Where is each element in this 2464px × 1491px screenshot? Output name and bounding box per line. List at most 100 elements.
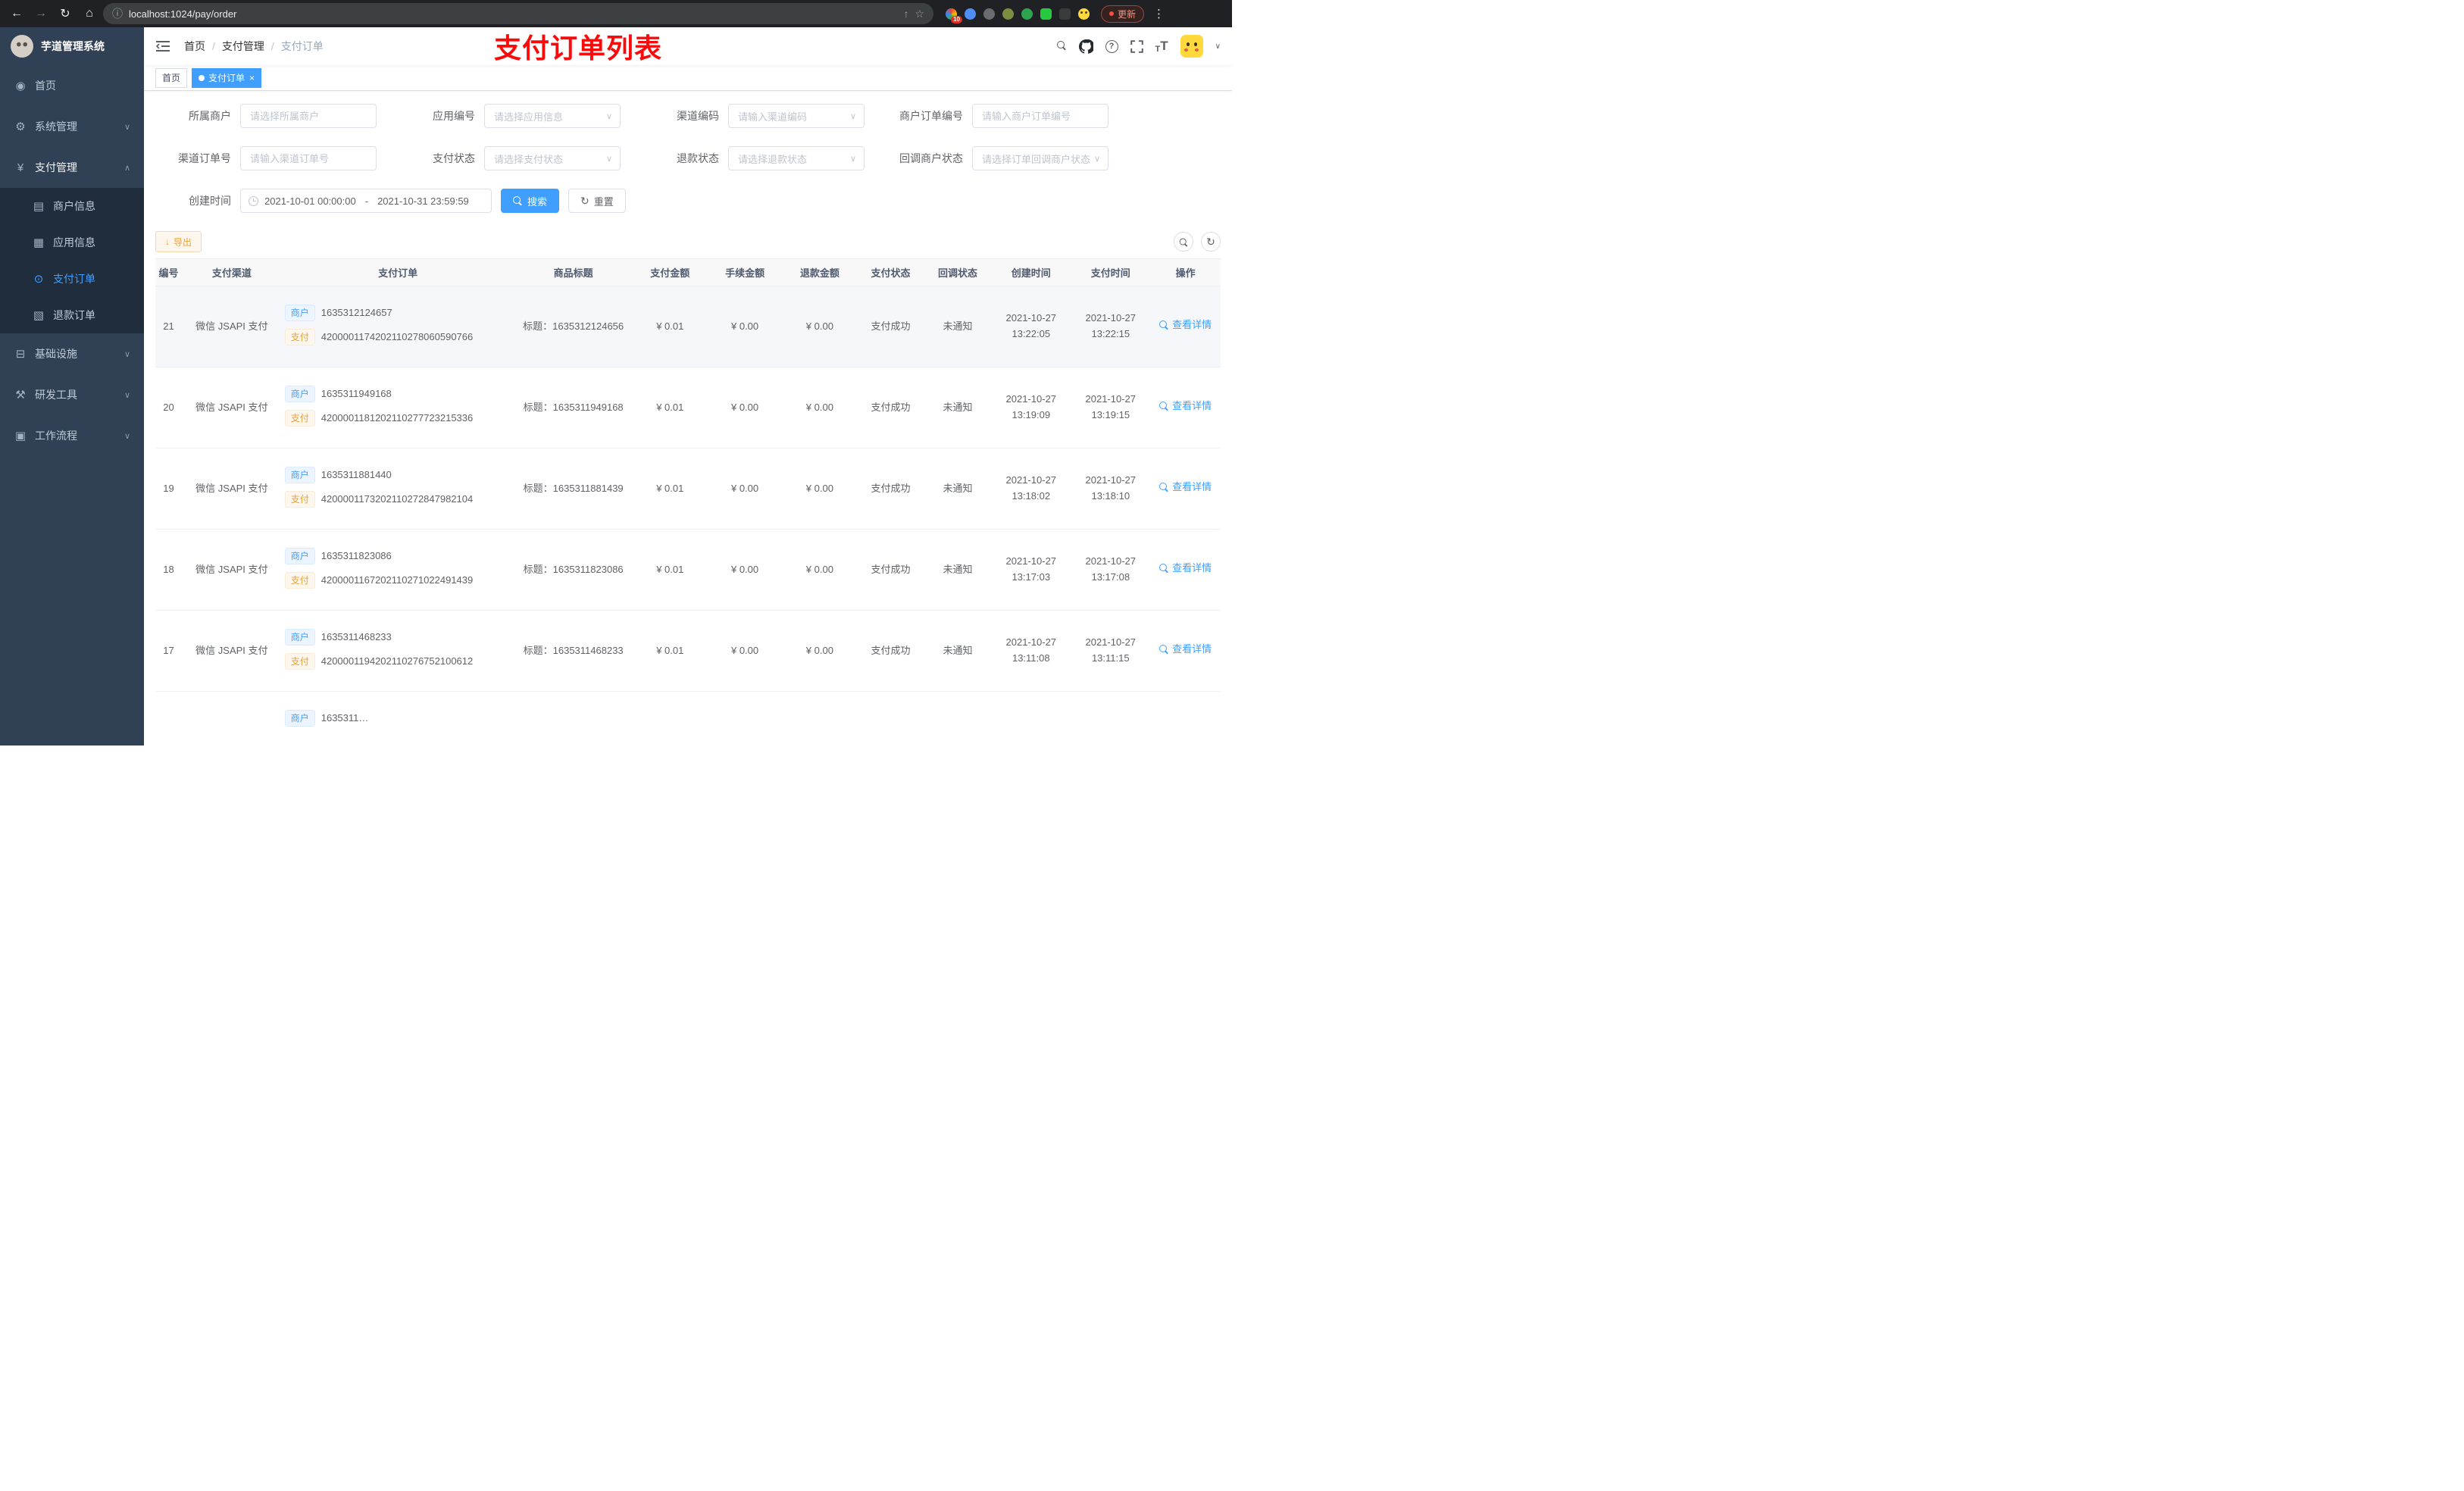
sidebar-item-label: 商户信息: [53, 200, 95, 212]
view-detail-link[interactable]: 查看详情: [1159, 642, 1212, 658]
filter-input[interactable]: [972, 104, 1108, 128]
filter-input[interactable]: [240, 104, 377, 128]
extension-green-circle-icon[interactable]: [1020, 7, 1033, 20]
cell-notify: 未通知: [924, 367, 992, 449]
extension-colorful-icon[interactable]: 10: [944, 7, 962, 23]
cell-fee: ¥ 0.00: [707, 286, 783, 367]
sidebar-item-workflow[interactable]: ▣ 工作流程 ∨: [0, 415, 144, 456]
breadcrumb-item[interactable]: 首页: [184, 39, 205, 54]
filter-field: 渠道订单号: [155, 146, 399, 170]
sidebar-item-label: 首页: [35, 80, 56, 92]
cell-create-time: [991, 691, 1071, 746]
sidebar-item-home[interactable]: ◉ 首页: [0, 65, 144, 106]
app-logo[interactable]: 芋道管理系统: [0, 27, 144, 65]
sidebar-item-label: 支付管理: [35, 161, 77, 173]
cell-title: 标题：1635311949168: [514, 367, 633, 449]
sidebar-item-app-info[interactable]: ▦ 应用信息: [0, 224, 144, 261]
table-row: 20 微信 JSAPI 支付 商户 1635311949168 支付 4200001181…: [155, 367, 1221, 449]
breadcrumb-separator: /: [270, 40, 274, 52]
sidebar-item-pay-order[interactable]: ⊙ 支付订单: [0, 261, 144, 297]
search-icon: [513, 195, 523, 206]
font-size-icon[interactable]: TT: [1155, 39, 1168, 54]
filter-select[interactable]: 请选择支付状态 ∨: [484, 146, 621, 170]
cell-status: 支付成功: [857, 286, 924, 367]
table-refresh-button[interactable]: ↻: [1201, 232, 1221, 252]
reset-button[interactable]: ↻ 重置: [568, 189, 626, 213]
github-icon[interactable]: [1078, 39, 1093, 54]
filter-field: 商户订单编号: [887, 104, 1131, 128]
tab-home[interactable]: 首页: [155, 67, 188, 88]
date-range-picker[interactable]: 2021-10-01 00:00:00 - 2021-10-31 23:59:5…: [240, 189, 492, 213]
filter-field: 渠道编码 请输入渠道编码 ∨: [643, 104, 887, 128]
help-icon[interactable]: ?: [1105, 39, 1118, 53]
clock-icon: [249, 195, 258, 206]
cell-fee: ¥ 0.00: [707, 529, 783, 611]
site-info-icon[interactable]: ⓘ: [112, 6, 123, 21]
extension-chat-icon[interactable]: [1039, 7, 1052, 20]
fullscreen-icon[interactable]: [1130, 39, 1143, 53]
extension-blue-icon[interactable]: [963, 7, 977, 20]
cell-channel: 微信 JSAPI 支付: [181, 529, 282, 611]
filter-input[interactable]: [240, 146, 377, 170]
cell-action: 查看详情: [1150, 367, 1221, 449]
filter-label: 支付状态: [433, 152, 475, 164]
breadcrumb-item[interactable]: 支付订单: [281, 39, 324, 54]
filter-select[interactable]: 请输入渠道编码 ∨: [728, 104, 865, 128]
sidebar-item-merchant-info[interactable]: ▤ 商户信息: [0, 188, 144, 224]
view-detail-link[interactable]: 查看详情: [1159, 317, 1212, 333]
filter-label: 渠道订单号: [178, 152, 231, 164]
tags-view: 首页 支付订单 ×: [144, 65, 1232, 91]
merchant-order-no: 1635311823086: [321, 549, 392, 561]
tab-label: 首页: [162, 73, 181, 83]
chevron-down-icon: ∨: [124, 349, 130, 359]
bookmark-star-icon[interactable]: ☆: [915, 8, 924, 20]
cell-action: 查看详情: [1150, 448, 1221, 530]
toggle-search-button[interactable]: [1174, 232, 1193, 252]
extension-olive-icon[interactable]: [1001, 7, 1015, 20]
view-detail-link[interactable]: 查看详情: [1159, 480, 1212, 495]
column-header: 支付金额: [632, 258, 708, 286]
hamburger-icon[interactable]: [155, 39, 172, 53]
tab-close-icon[interactable]: ×: [249, 73, 255, 83]
tab-pay-order[interactable]: 支付订单 ×: [192, 67, 262, 88]
search-icon: [1159, 645, 1169, 655]
view-detail-link[interactable]: 查看详情: [1159, 399, 1212, 414]
sidebar-item-dev-tools[interactable]: ⚒ 研发工具 ∨: [0, 374, 144, 415]
cell-title: 标题：1635311823086: [514, 529, 633, 611]
chevron-down-icon[interactable]: ∨: [1215, 42, 1221, 51]
filter-select[interactable]: 请选择退款状态 ∨: [728, 146, 865, 170]
user-avatar[interactable]: [1180, 35, 1203, 58]
chevron-down-icon: ∨: [605, 111, 612, 121]
sidebar-item-refund-order[interactable]: ▧ 退款订单: [0, 297, 144, 333]
sidebar-item-label: 退款订单: [53, 309, 95, 321]
export-button[interactable]: ↓ 导出: [155, 231, 202, 252]
browser-refresh-icon[interactable]: ↻: [55, 3, 76, 24]
cell-refund: [782, 691, 858, 746]
browser-menu-icon[interactable]: ⋮: [1153, 7, 1165, 20]
cell-channel: 微信 JSAPI 支付: [181, 367, 282, 449]
browser-address-bar[interactable]: ⓘ localhost:1024/pay/order ↑ ☆: [103, 3, 933, 24]
sidebar-item-label: 工作流程: [35, 430, 77, 442]
breadcrumb-item[interactable]: 支付管理: [222, 39, 264, 54]
extension-puzzle-icon[interactable]: [1058, 7, 1071, 20]
sidebar-item-payment[interactable]: ¥ 支付管理 ∧: [0, 147, 144, 188]
app-frame: 芋道管理系统 ◉ 首页 ⚙ 系统管理 ∨ ¥ 支付管理 ∧ ▤ 商户信息 ▦ 应用信息 ⊙ 支付订单 ▧ 退款…: [0, 27, 1232, 746]
extension-gray-icon[interactable]: [982, 7, 996, 20]
filter-select[interactable]: 请选择订单回调商户状态 ∨: [972, 146, 1108, 170]
browser-forward-icon[interactable]: →: [30, 3, 52, 24]
share-icon[interactable]: ↑: [903, 8, 908, 20]
browser-home-icon[interactable]: ⌂: [79, 3, 100, 24]
search-icon[interactable]: [1056, 40, 1067, 52]
filter-select[interactable]: 请选择应用信息 ∨: [484, 104, 621, 128]
extension-emoji-icon[interactable]: [1077, 7, 1090, 20]
chrome-update-button[interactable]: 更新: [1101, 5, 1145, 23]
search-button[interactable]: 搜索: [501, 189, 560, 213]
update-dot-icon: [1109, 11, 1114, 16]
cell-notify: 未通知: [924, 448, 992, 530]
view-detail-link[interactable]: 查看详情: [1159, 561, 1212, 577]
sidebar-item-system[interactable]: ⚙ 系统管理 ∨: [0, 106, 144, 147]
merchant-order-no: 1635311…: [321, 711, 369, 724]
browser-back-icon[interactable]: ←: [6, 3, 27, 24]
sidebar-item-infrastructure[interactable]: ⊟ 基础设施 ∨: [0, 333, 144, 374]
cell-notify: 未通知: [924, 529, 992, 611]
